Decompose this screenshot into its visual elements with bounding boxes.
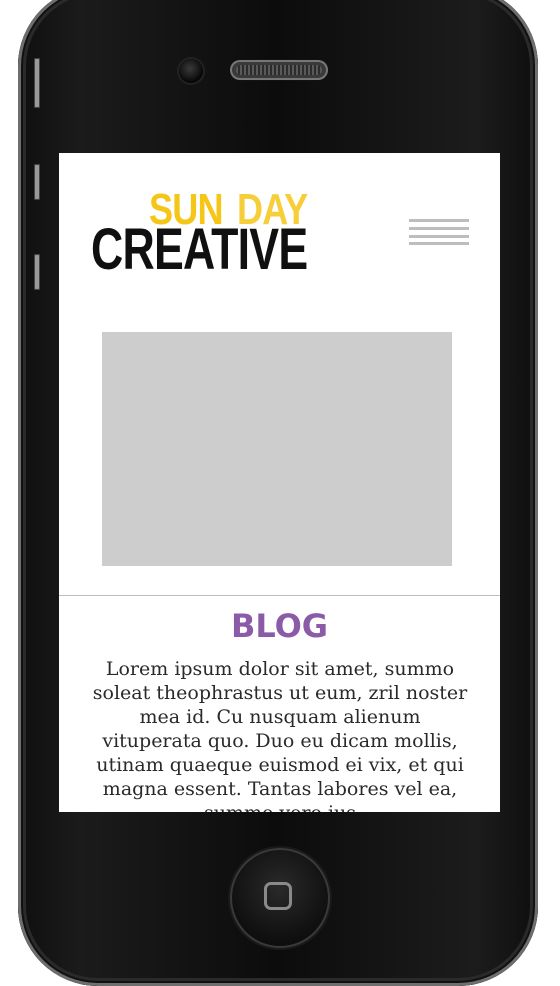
volume-up-button[interactable]: [34, 164, 40, 200]
home-button[interactable]: [230, 848, 330, 948]
phone-screen: SUN DAY CREATIVE BLOG Lorem ipsum dolor …: [59, 153, 500, 812]
menu-line: [409, 227, 469, 230]
logo-text-creative: CREATIVE: [91, 217, 308, 282]
hero-image-placeholder: [102, 332, 452, 566]
volume-down-button[interactable]: [34, 254, 40, 290]
sunday-creative-logo[interactable]: SUN DAY CREATIVE: [91, 188, 321, 282]
earpiece-speaker: [230, 60, 328, 80]
section-divider: [59, 595, 500, 596]
blog-body-text: Lorem ipsum dolor sit amet, summo soleat…: [92, 658, 468, 812]
menu-line: [409, 219, 469, 222]
hamburger-menu-icon[interactable]: [409, 219, 469, 245]
mute-switch[interactable]: [34, 58, 40, 108]
blog-heading: BLOG: [230, 607, 329, 645]
menu-line: [409, 242, 469, 245]
front-camera-icon: [179, 59, 203, 83]
menu-line: [409, 235, 469, 238]
home-square-icon: [264, 882, 292, 910]
